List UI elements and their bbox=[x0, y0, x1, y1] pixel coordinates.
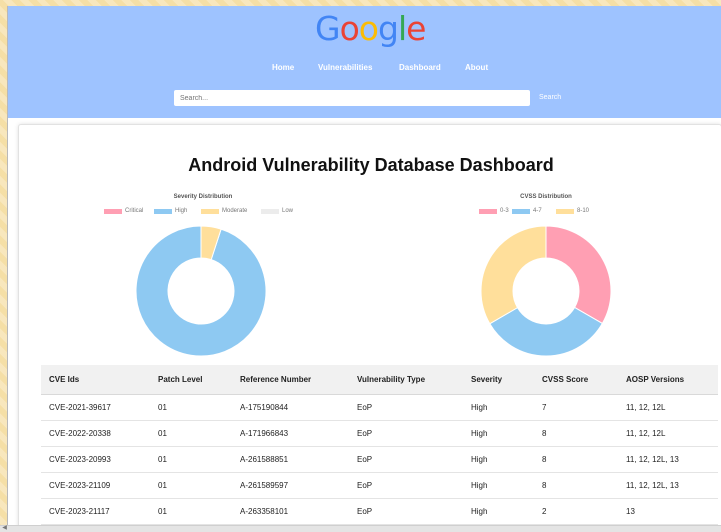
cell-cvss-score: 7 bbox=[534, 394, 618, 421]
nav-dashboard[interactable]: Dashboard bbox=[399, 63, 441, 72]
cell-cvss-score: 8 bbox=[534, 472, 618, 499]
severity-chart-title: Severity Distribution bbox=[173, 194, 233, 200]
table-row[interactable]: CVE-2023-20993 01 A-261588851 EoP High 8… bbox=[41, 446, 718, 473]
cell-severity: High bbox=[463, 472, 534, 499]
cell-aosp-versions: 11, 12, 12L, 13 bbox=[618, 472, 718, 499]
dashboard-card: Android Vulnerability Database Dashboard… bbox=[18, 124, 721, 532]
cell-aosp-versions: 13 bbox=[618, 498, 718, 525]
cell-vulnerability-type: EoP bbox=[349, 446, 463, 473]
logo-letter: e bbox=[406, 9, 426, 48]
cell-patch-level: 01 bbox=[150, 472, 232, 499]
cell-vulnerability-type: EoP bbox=[349, 394, 463, 421]
legend-label: Moderate bbox=[222, 208, 248, 214]
legend-label: Critical bbox=[125, 208, 144, 214]
logo-letter: l bbox=[397, 9, 407, 48]
cell-vulnerability-type: EoP bbox=[349, 498, 463, 525]
table-row[interactable]: CVE-2023-21117 01 A-263358101 EoP High 2… bbox=[41, 498, 718, 525]
table-row[interactable]: CVE-2022-20338 01 A-171966843 EoP High 8… bbox=[41, 420, 718, 447]
legend-label: Low bbox=[282, 208, 294, 214]
col-header-severity[interactable]: Severity bbox=[463, 365, 534, 395]
legend-item[interactable]: Moderate bbox=[201, 208, 247, 214]
legend-item[interactable]: 0-3 bbox=[479, 208, 509, 214]
col-header-reference-number[interactable]: Reference Number bbox=[232, 365, 349, 395]
main-nav: Home Vulnerabilities Dashboard About bbox=[8, 63, 721, 77]
legend-item[interactable]: High bbox=[154, 208, 187, 214]
logo-letter: o bbox=[339, 9, 360, 48]
cell-patch-level: 01 bbox=[150, 420, 232, 447]
nav-vulnerabilities[interactable]: Vulnerabilities bbox=[318, 63, 372, 72]
browser-window: Google Home Vulnerabilities Dashboard Ab… bbox=[7, 6, 721, 532]
cell-reference-number: A-261589597 bbox=[232, 472, 349, 499]
search-button[interactable]: Search bbox=[536, 90, 564, 106]
cell-reference-number: A-171966843 bbox=[232, 420, 349, 447]
cell-aosp-versions: 11, 12, 12L bbox=[618, 420, 718, 447]
legend-swatch bbox=[261, 208, 279, 214]
donut-slice-4-7[interactable] bbox=[489, 306, 604, 357]
cell-cvss-score: 8 bbox=[534, 420, 618, 447]
legend-swatch bbox=[201, 208, 219, 214]
cell-cve-id: CVE-2023-20993 bbox=[41, 446, 150, 473]
legend-swatch bbox=[104, 208, 122, 214]
horizontal-scrollbar[interactable]: ◀ bbox=[0, 525, 721, 532]
logo-letter: G bbox=[315, 9, 341, 48]
table-row[interactable]: CVE-2023-21109 01 A-261589597 EoP High 8… bbox=[41, 472, 718, 499]
legend-swatch bbox=[154, 208, 172, 214]
cell-severity: High bbox=[463, 420, 534, 447]
cell-aosp-versions: 11, 12, 12L bbox=[618, 394, 718, 421]
cell-reference-number: A-175190844 bbox=[232, 394, 349, 421]
legend-item[interactable]: Critical bbox=[104, 208, 143, 214]
google-logo[interactable]: Google bbox=[315, 9, 426, 49]
legend-swatch bbox=[512, 208, 530, 214]
legend-item[interactable]: 4-7 bbox=[512, 208, 542, 214]
cell-severity: High bbox=[463, 446, 534, 473]
table-row[interactable]: CVE-2021-39617 01 A-175190844 EoP High 7… bbox=[41, 394, 718, 421]
legend-label: 0-3 bbox=[500, 208, 509, 214]
cvss-legend: 0-3 4-7 8-10 bbox=[479, 208, 619, 216]
col-header-vulnerability-type[interactable]: Vulnerability Type bbox=[349, 365, 463, 395]
severity-donut-chart bbox=[135, 225, 267, 357]
col-header-cve-ids[interactable]: CVE Ids bbox=[41, 365, 150, 395]
cell-severity: High bbox=[463, 498, 534, 525]
severity-legend: Critical High Moderate Low bbox=[104, 208, 314, 216]
legend-label: High bbox=[175, 208, 188, 214]
cell-vulnerability-type: EoP bbox=[349, 472, 463, 499]
page-title: Android Vulnerability Database Dashboard bbox=[188, 155, 554, 175]
scroll-left-arrow-icon[interactable]: ◀ bbox=[1, 525, 8, 532]
search-input[interactable] bbox=[174, 90, 530, 106]
donut-slice-0-3[interactable] bbox=[545, 225, 612, 325]
cell-severity: High bbox=[463, 394, 534, 421]
cell-cve-id: CVE-2021-39617 bbox=[41, 394, 150, 421]
cell-cve-id: CVE-2022-20338 bbox=[41, 420, 150, 447]
cell-reference-number: A-261588851 bbox=[232, 446, 349, 473]
cvss-donut-chart bbox=[480, 225, 612, 357]
cell-cve-id: CVE-2023-21117 bbox=[41, 498, 150, 525]
cell-cvss-score: 2 bbox=[534, 498, 618, 525]
cell-patch-level: 01 bbox=[150, 498, 232, 525]
cell-patch-level: 01 bbox=[150, 394, 232, 421]
cell-vulnerability-type: EoP bbox=[349, 420, 463, 447]
nav-about[interactable]: About bbox=[465, 63, 488, 72]
site-header: Google Home Vulnerabilities Dashboard Ab… bbox=[8, 6, 721, 118]
table-header-row: CVE Ids Patch Level Reference Number Vul… bbox=[41, 365, 718, 395]
legend-label: 8-10 bbox=[577, 208, 590, 214]
legend-swatch bbox=[556, 208, 574, 214]
nav-home[interactable]: Home bbox=[272, 63, 294, 72]
col-header-cvss-score[interactable]: CVSS Score bbox=[534, 365, 618, 395]
cvss-chart-title: CVSS Distribution bbox=[520, 194, 572, 200]
col-header-patch-level[interactable]: Patch Level bbox=[150, 365, 232, 395]
cell-aosp-versions: 11, 12, 12L, 13 bbox=[618, 446, 718, 473]
logo-letter: o bbox=[358, 9, 379, 48]
legend-item[interactable]: 8-10 bbox=[556, 208, 589, 214]
donut-slice-8-10[interactable] bbox=[480, 225, 547, 325]
legend-item[interactable]: Low bbox=[261, 208, 293, 214]
legend-swatch bbox=[479, 208, 497, 214]
cell-patch-level: 01 bbox=[150, 446, 232, 473]
cell-reference-number: A-263358101 bbox=[232, 498, 349, 525]
vulnerability-table: CVE Ids Patch Level Reference Number Vul… bbox=[41, 365, 718, 525]
logo-letter: g bbox=[377, 9, 399, 48]
col-header-aosp-versions[interactable]: AOSP Versions bbox=[618, 365, 718, 395]
legend-label: 4-7 bbox=[533, 208, 542, 214]
cell-cvss-score: 8 bbox=[534, 446, 618, 473]
cell-cve-id: CVE-2023-21109 bbox=[41, 472, 150, 499]
